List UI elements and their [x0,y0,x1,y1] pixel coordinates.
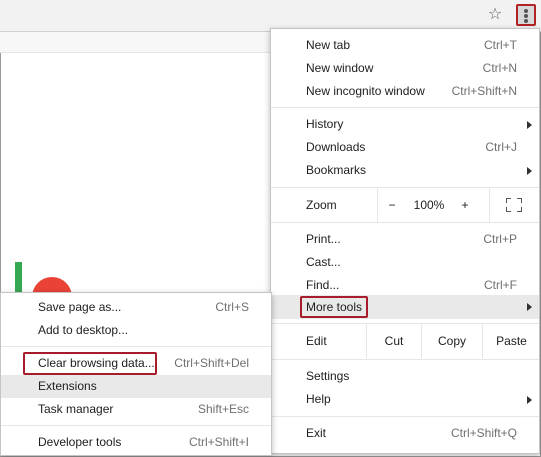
menu-separator [1,425,271,426]
zoom-in-button[interactable]: + [451,188,479,222]
menu-item-label: Task manager [38,402,114,416]
menu-item-shortcut: Ctrl+F [484,278,517,292]
chrome-main-menu: New tab Ctrl+T New window Ctrl+N New inc… [270,28,540,454]
menu-item-exit[interactable]: Exit Ctrl+Shift+Q [271,422,539,445]
submenu-item-extensions[interactable]: Extensions [1,375,271,398]
menu-row-edit: Edit Cut Copy Paste [271,324,539,358]
menu-item-shortcut: Ctrl+N [482,61,517,75]
submenu-item-developer-tools[interactable]: Developer tools Ctrl+Shift+I [1,431,271,454]
submenu-item-add-to-desktop[interactable]: Add to desktop... [1,319,271,342]
menu-item-settings[interactable]: Settings [271,365,539,388]
more-tools-submenu: Save page as... Ctrl+S Add to desktop...… [0,292,272,456]
menu-item-help[interactable]: Help [271,388,539,411]
menu-separator [271,359,539,360]
menu-item-downloads[interactable]: Downloads Ctrl+J [271,136,539,159]
menu-item-label: Downloads [306,140,366,154]
three-dot-menu-icon[interactable] [516,4,536,26]
submenu-arrow-icon [527,396,532,404]
menu-item-label: History [306,117,344,131]
menu-item-shortcut: Shift+Esc [197,402,249,416]
menu-item-label: Add to desktop... [38,323,129,337]
zoom-out-button[interactable]: − [377,188,406,222]
copy-button[interactable]: Copy [421,324,482,358]
menu-item-label: Help [306,392,331,406]
menu-item-label: Developer tools [38,435,122,449]
submenu-item-save-page-as[interactable]: Save page as... Ctrl+S [1,296,271,319]
menu-item-label: New incognito window [306,84,425,98]
menu-item-label: Settings [306,369,350,383]
menu-separator [271,222,539,223]
submenu-item-task-manager[interactable]: Task manager Shift+Esc [1,398,271,421]
menu-item-shortcut: Ctrl+Shift+Q [450,426,517,440]
menu-item-shortcut: Ctrl+Shift+I [188,435,249,449]
menu-item-cast[interactable]: Cast... [271,251,539,274]
submenu-arrow-icon [527,167,532,175]
fullscreen-button[interactable] [489,188,538,222]
paste-button[interactable]: Paste [482,324,540,358]
menu-item-label: New window [306,61,374,75]
menu-item-shortcut: Ctrl+Shift+N [451,84,517,98]
menu-item-print[interactable]: Print... Ctrl+P [271,228,539,251]
menu-item-shortcut: Ctrl+J [485,140,517,154]
menu-item-label: Exit [306,426,327,440]
menu-item-label: More tools [306,300,363,314]
menu-item-shortcut: Ctrl+S [215,300,249,314]
menu-item-label: Cast... [306,255,341,269]
menu-separator [271,107,539,108]
menu-item-shortcut: Ctrl+T [484,38,517,52]
menu-item-label: Bookmarks [306,163,367,177]
menu-item-shortcut: Ctrl+Shift+Del [174,356,249,370]
menu-item-new-tab[interactable]: New tab Ctrl+T [271,34,539,57]
menu-item-label: Extensions [38,379,97,393]
cut-button[interactable]: Cut [366,324,421,358]
edit-label: Edit [306,334,327,348]
menu-separator [271,416,539,417]
menu-item-label: Save page as... [38,300,122,314]
menu-item-label: Clear browsing data... [38,356,155,370]
menu-item-label: Print... [306,232,341,246]
star-icon[interactable]: ☆ [485,5,505,25]
menu-item-shortcut: Ctrl+P [483,232,517,246]
menu-item-more-tools[interactable]: More tools [271,295,539,319]
fullscreen-icon [506,198,522,212]
menu-item-bookmarks[interactable]: Bookmarks [271,159,539,182]
page-content-bar [0,32,270,53]
menu-row-zoom: Zoom − 100% + [271,188,539,222]
submenu-item-clear-browsing-data[interactable]: Clear browsing data... Ctrl+Shift+Del [1,352,271,375]
submenu-arrow-icon [527,121,532,129]
menu-item-label: Find... [306,278,340,292]
zoom-label: Zoom [306,198,337,212]
logo-fragment-green [15,262,22,292]
menu-item-find[interactable]: Find... Ctrl+F [271,274,539,297]
menu-item-new-window[interactable]: New window Ctrl+N [271,57,539,80]
menu-separator [1,346,271,347]
menu-item-history[interactable]: History [271,113,539,136]
submenu-arrow-icon [527,303,532,311]
menu-item-label: New tab [306,38,351,52]
menu-item-new-incognito-window[interactable]: New incognito window Ctrl+Shift+N [271,80,539,103]
zoom-level-value: 100% [413,198,445,212]
